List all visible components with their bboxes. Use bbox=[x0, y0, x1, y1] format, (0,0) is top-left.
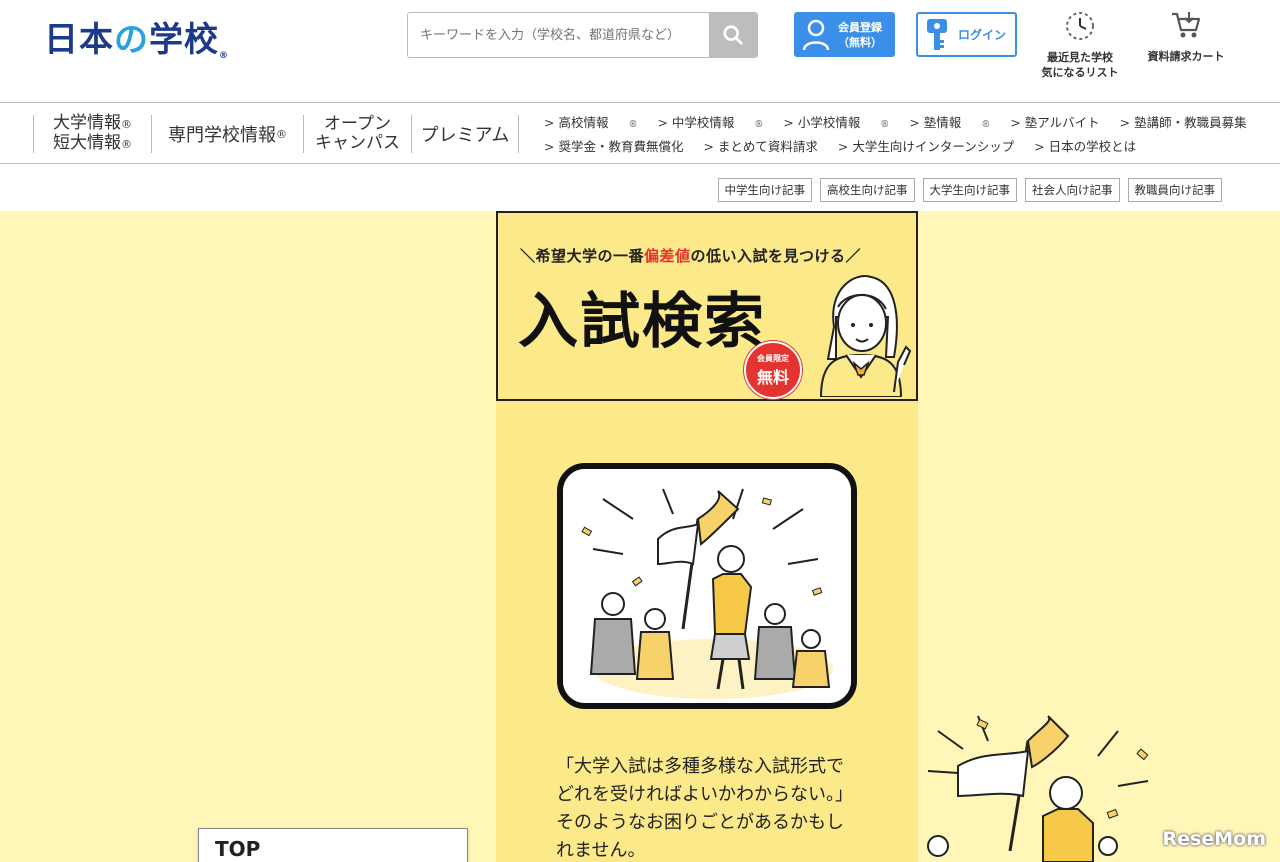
girl-illustration bbox=[819, 275, 912, 397]
nav-university-label: 大学情報 bbox=[53, 113, 121, 133]
catch-post: の低い入試を見つける／ bbox=[690, 247, 862, 265]
sub-nav-cram-part-time[interactable]: > 塾アルバイト bbox=[1010, 112, 1099, 131]
sub-nav-row-2: > 奨学金・教育費無償化 > まとめて資料請求 > 大学生向けインターンシップ … bbox=[544, 133, 1244, 157]
logo-registered-mark: ® bbox=[219, 51, 229, 61]
stamp-members-only: 会員限定 bbox=[757, 354, 789, 363]
nav-premium-label: プレミアム bbox=[420, 125, 510, 146]
sub-nav-row-1: > 高校情報 ® > 中学校情報 ® > 小学校情報 ® > 塾情報 ® > 塾アルバイ… bbox=[544, 109, 1247, 133]
stamp-free: 無料 bbox=[756, 368, 789, 387]
login-label: ログイン bbox=[958, 28, 1007, 42]
sub-nav-scholarship[interactable]: > 奨学金・教育費無償化 bbox=[544, 136, 683, 155]
sub-nav-label: > 高校情報 bbox=[544, 114, 609, 130]
registered-mark: ® bbox=[121, 118, 132, 131]
nav-open-campus-line2: キャンパス bbox=[315, 133, 400, 153]
search-button[interactable] bbox=[709, 13, 757, 57]
sub-nav-teacher-recruit[interactable]: > 塾講師・教職員募集 bbox=[1120, 112, 1247, 131]
user-icon bbox=[802, 19, 830, 50]
banner-catchphrase: ＼希望大学の一番偏差値の低い入試を見つける／ bbox=[520, 245, 861, 266]
member-register-label: 会員登録 bbox=[838, 20, 882, 34]
site-logo[interactable]: 日本の学校® bbox=[44, 12, 229, 61]
free-stamp: 会員限定 無料 bbox=[744, 341, 802, 399]
nav-open-campus-line1: オープン bbox=[324, 114, 391, 134]
nav-open-campus[interactable]: オープン キャンパス bbox=[303, 115, 411, 153]
sub-nav-label: > 塾情報 bbox=[909, 114, 962, 130]
main-navigation: 大学情報® 短大情報® 専門学校情報 ® オープン キャンパス プレミアム > 高… bbox=[0, 102, 1280, 164]
catch-highlight: 偏差値 bbox=[644, 247, 691, 265]
favorites-list-label: 気になるリスト bbox=[1041, 66, 1119, 79]
banner-description: 「大学入試は多種多様な入試形式でどれを受ければよいかわからない。」そのようなお困… bbox=[556, 756, 853, 861]
sub-nav-about[interactable]: > 日本の学校とは bbox=[1034, 136, 1136, 155]
nav-junior-college-label: 短大情報 bbox=[53, 133, 121, 153]
key-icon bbox=[927, 18, 947, 50]
sub-nav-cram-school[interactable]: > 塾情報 ® bbox=[909, 112, 990, 131]
catch-pre: ＼希望大学の一番 bbox=[520, 247, 645, 265]
celebration-illustration bbox=[557, 463, 857, 709]
nav-divider bbox=[518, 115, 519, 153]
request-cart-link[interactable]: 資料請求カート bbox=[1140, 10, 1232, 64]
sub-nav-internship[interactable]: > 大学生向けインターンシップ bbox=[838, 136, 1014, 155]
cart-icon bbox=[1172, 12, 1201, 38]
request-cart-label: 資料請求カート bbox=[1147, 50, 1225, 63]
sub-nav-high-school[interactable]: > 高校情報 ® bbox=[544, 112, 637, 131]
registered-mark: ® bbox=[981, 119, 991, 130]
tag-working-adults[interactable]: 社会人向け記事 bbox=[1025, 178, 1120, 202]
member-register-button[interactable]: 会員登録 （無料） bbox=[794, 12, 895, 57]
search-icon bbox=[723, 25, 743, 45]
login-button[interactable]: ログイン bbox=[916, 12, 1017, 57]
recent-schools-label: 最近見た学校 bbox=[1047, 51, 1113, 64]
logo-main-2: 学校 bbox=[149, 20, 219, 60]
registered-mark: ® bbox=[121, 138, 132, 151]
clock-icon bbox=[1066, 12, 1094, 40]
nav-vocational-school-info[interactable]: 専門学校情報 ® bbox=[151, 115, 303, 153]
site-header: 日本の学校® 会員登録 （無料） ログイン bbox=[0, 0, 1280, 102]
logo-main-1: 日本 bbox=[44, 20, 114, 60]
content-area: ＼希望大学の一番偏差値の低い入試を見つける／ 入試検索 会員限定 無料 「大学入… bbox=[0, 211, 1280, 862]
sub-nav-junior-high[interactable]: > 中学校情報 ® bbox=[657, 112, 763, 131]
students-cheering-illustration bbox=[563, 469, 851, 703]
sub-nav-label: > 中学校情報 bbox=[657, 114, 735, 130]
recent-schools-link[interactable]: 最近見た学校 気になるリスト bbox=[1034, 10, 1126, 80]
registered-mark: ® bbox=[276, 127, 287, 141]
nav-premium[interactable]: プレミアム bbox=[411, 115, 518, 153]
search-input[interactable] bbox=[408, 13, 709, 57]
sub-navigation: > 高校情報 ® > 中学校情報 ® > 小学校情報 ® > 塾情報 ® > 塾アルバイ… bbox=[544, 109, 1247, 157]
tag-high-school-students[interactable]: 高校生向け記事 bbox=[820, 178, 915, 202]
sub-nav-bulk-request[interactable]: > まとめて資料請求 bbox=[703, 136, 817, 155]
registered-mark: ® bbox=[628, 119, 638, 130]
search-box bbox=[407, 12, 758, 58]
resemom-watermark: ReseMom bbox=[1162, 828, 1266, 850]
tag-junior-high-students[interactable]: 中学生向け記事 bbox=[717, 178, 812, 202]
article-category-tags: 中学生向け記事 高校生向け記事 大学生向け記事 社会人向け記事 教職員向け記事 bbox=[717, 178, 1222, 202]
sub-nav-elementary[interactable]: > 小学校情報 ® bbox=[783, 112, 889, 131]
registered-mark: ® bbox=[880, 119, 890, 130]
registered-mark: ® bbox=[754, 119, 764, 130]
logo-no: の bbox=[114, 20, 149, 60]
nav-vocational-label: 専門学校情報 bbox=[168, 125, 276, 146]
banner-title: 入試検索 bbox=[518, 287, 766, 357]
tag-university-students[interactable]: 大学生向け記事 bbox=[922, 178, 1017, 202]
exam-search-banner[interactable]: ＼希望大学の一番偏差値の低い入試を見つける／ 入試検索 会員限定 無料 bbox=[496, 211, 918, 401]
nav-university-info[interactable]: 大学情報® 短大情報® bbox=[33, 113, 151, 153]
sub-nav-label: > 小学校情報 bbox=[783, 114, 861, 130]
member-register-free: （無料） bbox=[838, 35, 882, 49]
top-section-header[interactable]: TOP bbox=[198, 828, 468, 862]
tag-teachers[interactable]: 教職員向け記事 bbox=[1127, 178, 1222, 202]
